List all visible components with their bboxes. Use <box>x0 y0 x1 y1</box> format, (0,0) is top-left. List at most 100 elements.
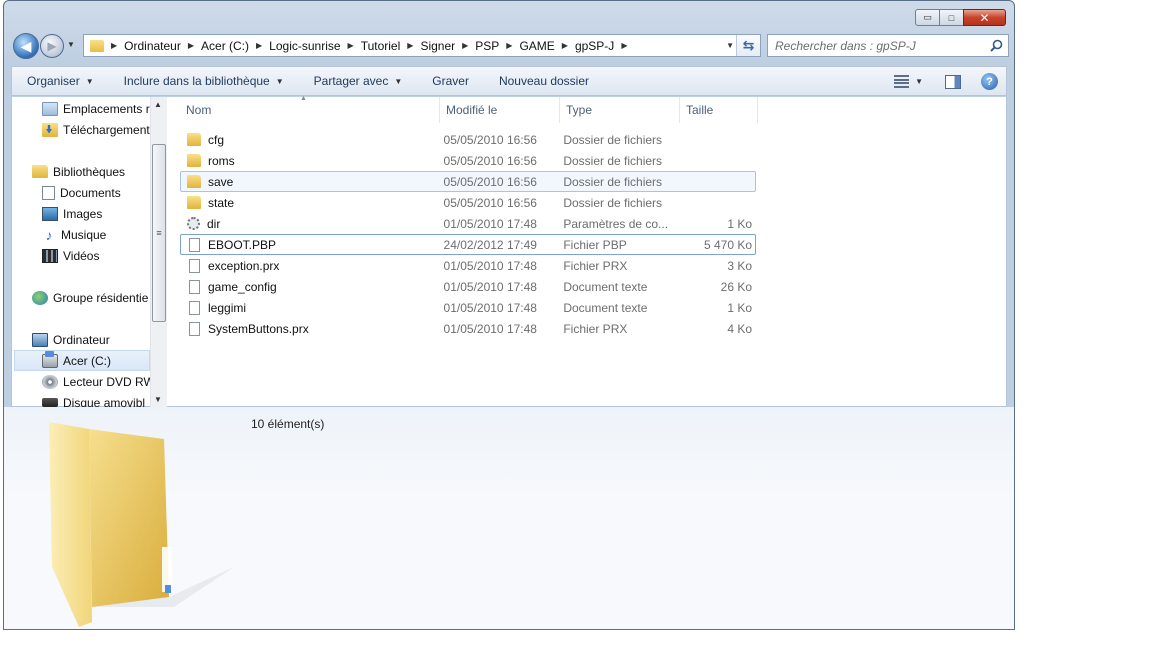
table-row-focused[interactable]: EBOOT.PBP 24/02/2012 17:49 Fichier PBP 5… <box>180 234 756 255</box>
file-date: 24/02/2012 17:49 <box>443 237 537 252</box>
nav-item-dvd[interactable]: Lecteur DVD RW <box>42 371 150 392</box>
file-date: 05/05/2010 16:56 <box>443 153 537 168</box>
breadcrumb-separator-icon[interactable]: ▶ <box>407 41 413 50</box>
file-size: 4 Ko <box>727 321 753 336</box>
breadcrumb-game[interactable]: GAME <box>519 39 554 53</box>
file-name-cell: save <box>181 175 441 189</box>
share-button[interactable]: Partager avec ▼ <box>299 74 418 88</box>
breadcrumb-psp[interactable]: PSP <box>475 39 499 53</box>
search-icon[interactable] <box>990 39 1003 52</box>
scroll-down-icon[interactable]: ▼ <box>154 395 162 404</box>
nav-item-homegroup[interactable]: Groupe résidentie <box>32 287 148 308</box>
column-header-size[interactable]: Taille <box>680 97 758 123</box>
scroll-up-icon[interactable]: ▲ <box>154 100 162 109</box>
file-date: 05/05/2010 16:56 <box>443 195 537 210</box>
new-folder-button[interactable]: Nouveau dossier <box>484 74 604 88</box>
navpane-scrollbar[interactable]: ▲ ≡ ▼ <box>150 97 167 407</box>
file-name-cell: game_config <box>181 279 441 294</box>
nav-item-images[interactable]: Images <box>42 203 102 224</box>
file-name: save <box>208 174 234 189</box>
forward-button[interactable]: ▶ <box>40 34 64 58</box>
breadcrumb-logic-sunrise[interactable]: Logic-sunrise <box>269 39 340 53</box>
text-file-icon <box>189 300 200 315</box>
column-header-modified[interactable]: Modifié le <box>440 97 560 123</box>
folder-icon <box>90 39 104 52</box>
view-details-icon[interactable] <box>894 75 910 88</box>
file-date: 01/05/2010 17:48 <box>443 216 537 231</box>
breadcrumb-acer[interactable]: Acer (C:) <box>201 39 249 53</box>
breadcrumb-signer[interactable]: Signer <box>420 39 455 53</box>
nav-item-libraries[interactable]: Bibliothèques <box>32 161 125 182</box>
nav-item-computer[interactable]: Ordinateur <box>32 329 110 350</box>
table-row-selected[interactable]: save 05/05/2010 16:56 Dossier de fichier… <box>180 171 756 192</box>
nav-item-removable[interactable]: Disque amovibl <box>42 392 145 407</box>
nav-item-documents[interactable]: Documents <box>42 182 121 203</box>
breadcrumb-separator-icon[interactable]: ▶ <box>621 41 627 50</box>
search-input[interactable] <box>775 38 980 53</box>
nav-item-label: Groupe résidentie <box>53 290 149 305</box>
table-row[interactable]: SystemButtons.prx 01/05/2010 17:48 Fichi… <box>180 318 756 339</box>
table-row[interactable]: leggimi 01/05/2010 17:48 Document texte … <box>180 297 756 318</box>
scroll-thumb[interactable]: ≡ <box>152 144 166 322</box>
breadcrumb-separator-icon[interactable]: ▶ <box>506 41 512 50</box>
nav-item-videos[interactable]: Vidéos <box>42 245 99 266</box>
nav-item-music[interactable]: ♪ Musique <box>42 224 107 245</box>
table-row[interactable]: exception.prx 01/05/2010 17:48 Fichier P… <box>180 255 756 276</box>
file-name-cell: SystemButtons.prx <box>181 321 441 336</box>
breadcrumb-separator-icon[interactable]: ▶ <box>188 41 194 50</box>
column-header-name[interactable]: ▲ Nom <box>180 95 440 123</box>
refresh-button[interactable]: ⇆ <box>736 35 760 56</box>
help-icon[interactable]: ? <box>981 73 998 90</box>
breadcrumb-separator-icon[interactable]: ▶ <box>111 41 117 50</box>
breadcrumb-ordinateur[interactable]: Ordinateur <box>124 39 181 53</box>
include-library-button[interactable]: Inclure dans la bibliothèque ▼ <box>109 74 299 88</box>
nav-item-label: Disque amovibl <box>63 395 146 408</box>
nav-item-places[interactable]: Emplacements r <box>42 98 150 119</box>
maximize-button[interactable]: □ <box>939 9 964 26</box>
file-name-cell: EBOOT.PBP <box>181 237 441 252</box>
address-bar[interactable]: ▶ Ordinateur ▶ Acer (C:) ▶ Logic-sunrise… <box>83 34 761 57</box>
column-header-label: Type <box>566 103 593 117</box>
folder-icon <box>187 196 201 209</box>
file-size: 3 Ko <box>727 258 753 273</box>
search-box[interactable] <box>767 34 1009 57</box>
downloads-icon <box>42 122 58 137</box>
burn-button[interactable]: Graver <box>417 74 484 88</box>
file-type: Document texte <box>563 300 648 315</box>
history-dropdown-icon[interactable]: ▼ <box>67 40 75 49</box>
minimize-button[interactable]: ▭ <box>915 9 940 26</box>
folder-icon <box>187 175 201 188</box>
breadcrumb-separator-icon[interactable]: ▶ <box>462 41 468 50</box>
column-header-type[interactable]: Type <box>560 97 680 123</box>
breadcrumb-tutoriel[interactable]: Tutoriel <box>361 39 401 53</box>
address-dropdown-icon[interactable]: ▼ <box>726 41 734 50</box>
nav-item-label: Ordinateur <box>53 332 110 347</box>
nav-item-downloads[interactable]: Téléchargement <box>42 119 150 140</box>
nav-item-acer-drive[interactable]: Acer (C:) <box>14 350 150 371</box>
table-row[interactable]: dir 01/05/2010 17:48 Paramètres de co...… <box>180 213 756 234</box>
libraries-icon <box>32 165 48 178</box>
file-type: Dossier de fichiers <box>563 174 663 189</box>
breadcrumb-separator-icon[interactable]: ▶ <box>348 41 354 50</box>
back-button[interactable]: ◀ <box>13 33 39 59</box>
nav-item-label: Emplacements r <box>63 101 150 116</box>
breadcrumb-separator-icon[interactable]: ▶ <box>256 41 262 50</box>
file-size: 1 Ko <box>727 300 753 315</box>
table-row[interactable]: game_config 01/05/2010 17:48 Document te… <box>180 276 756 297</box>
preview-pane-icon[interactable] <box>945 74 961 89</box>
forward-arrow-icon: ▶ <box>47 39 57 53</box>
breadcrumb-separator-icon[interactable]: ▶ <box>562 41 568 50</box>
organise-button[interactable]: Organiser ▼ <box>12 74 109 88</box>
images-icon <box>42 206 58 221</box>
nav-item-label: Bibliothèques <box>53 164 126 179</box>
table-row[interactable]: cfg 05/05/2010 16:56 Dossier de fichiers <box>180 129 756 150</box>
breadcrumb-gpsp-j[interactable]: gpSP-J <box>575 39 614 53</box>
organise-label: Organiser <box>27 74 80 88</box>
chevron-down-icon: ▼ <box>275 76 284 86</box>
view-dropdown-icon[interactable]: ▼ <box>915 77 923 86</box>
explorer-window: ▭ □ ✕ ◀ ▶ ▼ ▶ Ordinateur ▶ Acer (C:) ▶ L… <box>3 0 1015 630</box>
close-button[interactable]: ✕ <box>963 9 1006 26</box>
table-row[interactable]: roms 05/05/2010 16:56 Dossier de fichier… <box>180 150 756 171</box>
nav-item-label: Documents <box>60 185 121 200</box>
table-row[interactable]: state 05/05/2010 16:56 Dossier de fichie… <box>180 192 756 213</box>
